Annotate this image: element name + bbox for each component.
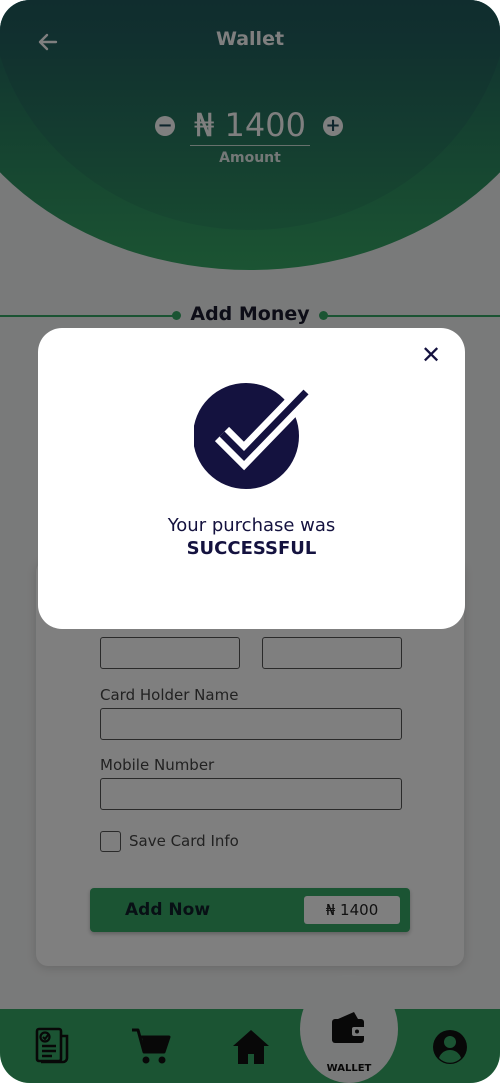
check-circle-icon [193,382,314,490]
success-message-line2: SUCCESSFUL [186,538,317,559]
success-message: Your purchase was SUCCESSFUL [38,514,465,560]
wallet-screen: Wallet − ₦ 1400 + Amount Add Money Card … [0,0,500,1083]
success-dialog: ✕ Your purchase was SUCCESSFUL [38,328,465,629]
success-message-line1: Your purchase was [167,515,336,536]
close-icon[interactable]: ✕ [419,343,443,367]
